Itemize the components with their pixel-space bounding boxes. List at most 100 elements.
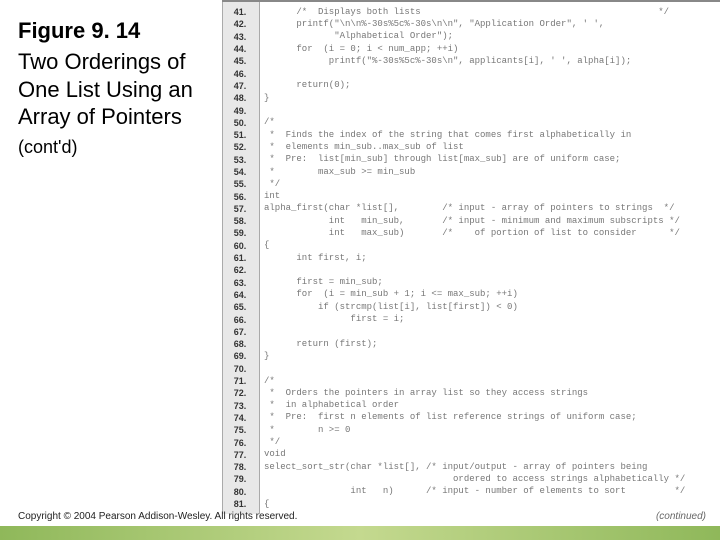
code-line: 48.} bbox=[222, 92, 720, 104]
code-text: for (i = 0; i < num_app; ++i) bbox=[258, 44, 458, 55]
line-number: 49. bbox=[222, 106, 258, 116]
line-number: 66. bbox=[222, 315, 258, 325]
code-line: 44. for (i = 0; i < num_app; ++i) bbox=[222, 43, 720, 55]
code-line: 68. return (first); bbox=[222, 338, 720, 350]
code-line: 58. int min_sub, /* input - minimum and … bbox=[222, 215, 720, 227]
line-number: 78. bbox=[222, 462, 258, 472]
line-number: 43. bbox=[222, 32, 258, 42]
code-text: if (strcmp(list[i], list[first]) < 0) bbox=[258, 302, 518, 313]
code-line: 67. bbox=[222, 326, 720, 338]
line-number: 48. bbox=[222, 93, 258, 103]
code-line: 52. * elements min_sub..max_sub of list bbox=[222, 141, 720, 153]
line-number: 74. bbox=[222, 413, 258, 423]
code-text: { bbox=[258, 240, 269, 251]
code-line: 56.int bbox=[222, 190, 720, 202]
code-line: 43. "Alphabetical Order"); bbox=[222, 31, 720, 43]
copyright-text: Copyright © 2004 Pearson Addison-Wesley.… bbox=[18, 511, 297, 522]
code-panel: 41. /* Displays both lists */42. printf(… bbox=[222, 0, 720, 514]
code-text: * Finds the index of the string that com… bbox=[258, 130, 631, 141]
code-line: 51. * Finds the index of the string that… bbox=[222, 129, 720, 141]
code-text: * in alphabetical order bbox=[258, 400, 399, 411]
code-text: select_sort_str(char *list[], /* input/o… bbox=[258, 462, 647, 473]
code-text: * Pre: first n elements of list referenc… bbox=[258, 412, 637, 423]
code-line: 78.select_sort_str(char *list[], /* inpu… bbox=[222, 461, 720, 473]
code-line: 76. */ bbox=[222, 436, 720, 448]
code-line: 60.{ bbox=[222, 240, 720, 252]
code-line: 66. first = i; bbox=[222, 313, 720, 325]
line-number: 47. bbox=[222, 81, 258, 91]
code-line: 63. first = min_sub; bbox=[222, 277, 720, 289]
line-number: 69. bbox=[222, 351, 258, 361]
line-number: 59. bbox=[222, 228, 258, 238]
code-text: "Alphabetical Order"); bbox=[258, 31, 453, 42]
code-text: /* bbox=[258, 117, 275, 128]
line-number: 76. bbox=[222, 438, 258, 448]
code-text: * max_sub >= min_sub bbox=[258, 167, 415, 178]
figure-title-block: Figure 9. 14 Two Orderings of One List U… bbox=[18, 18, 208, 158]
line-number: 71. bbox=[222, 376, 258, 386]
line-number: 79. bbox=[222, 474, 258, 484]
code-text: printf("%-30s%5c%-30s\n", applicants[i],… bbox=[258, 56, 631, 67]
code-line: 69.} bbox=[222, 350, 720, 362]
page-continued-note: (continued) bbox=[656, 511, 706, 522]
code-line: 46. bbox=[222, 67, 720, 79]
code-text: * n >= 0 bbox=[258, 425, 350, 436]
code-line: 79. ordered to access strings alphabetic… bbox=[222, 473, 720, 485]
code-text: */ bbox=[258, 437, 280, 448]
code-text: * Orders the pointers in array list so t… bbox=[258, 388, 588, 399]
code-line: 53. * Pre: list[min_sub] through list[ma… bbox=[222, 154, 720, 166]
line-number: 54. bbox=[222, 167, 258, 177]
figure-caption: Two Orderings of One List Using an Array… bbox=[18, 48, 208, 131]
code-line: 54. * max_sub >= min_sub bbox=[222, 166, 720, 178]
line-number: 77. bbox=[222, 450, 258, 460]
code-line: 47. return(0); bbox=[222, 80, 720, 92]
line-number: 73. bbox=[222, 401, 258, 411]
line-number: 68. bbox=[222, 339, 258, 349]
code-line: 70. bbox=[222, 363, 720, 375]
line-number: 51. bbox=[222, 130, 258, 140]
code-line: 75. * n >= 0 bbox=[222, 424, 720, 436]
line-number: 70. bbox=[222, 364, 258, 374]
code-line: 61. int first, i; bbox=[222, 252, 720, 264]
code-text: /* bbox=[258, 376, 275, 387]
code-text: return(0); bbox=[258, 80, 350, 91]
code-line: 49. bbox=[222, 104, 720, 116]
code-line: 64. for (i = min_sub + 1; i <= max_sub; … bbox=[222, 289, 720, 301]
line-number: 42. bbox=[222, 19, 258, 29]
code-text: int n) /* input - number of elements to … bbox=[258, 486, 685, 497]
code-text: * elements min_sub..max_sub of list bbox=[258, 142, 464, 153]
code-text: int min_sub, /* input - minimum and maxi… bbox=[258, 216, 680, 227]
code-line: 45. printf("%-30s%5c%-30s\n", applicants… bbox=[222, 55, 720, 67]
code-text: /* Displays both lists */ bbox=[258, 7, 669, 18]
code-line: 73. * in alphabetical order bbox=[222, 400, 720, 412]
code-text: for (i = min_sub + 1; i <= max_sub; ++i) bbox=[258, 289, 518, 300]
code-text: */ bbox=[258, 179, 280, 190]
code-text: printf("\n\n%-30s%5c%-30s\n\n", "Applica… bbox=[258, 19, 604, 30]
line-number: 64. bbox=[222, 290, 258, 300]
code-line: 71./* bbox=[222, 375, 720, 387]
line-number: 72. bbox=[222, 388, 258, 398]
code-text: * Pre: list[min_sub] through list[max_su… bbox=[258, 154, 620, 165]
code-line: 72. * Orders the pointers in array list … bbox=[222, 387, 720, 399]
code-text: void bbox=[258, 449, 286, 460]
code-line: 80. int n) /* input - number of elements… bbox=[222, 486, 720, 498]
code-text: } bbox=[258, 93, 269, 104]
code-text: first = i; bbox=[258, 314, 404, 325]
code-text: return (first); bbox=[258, 339, 377, 350]
code-text: } bbox=[258, 351, 269, 362]
line-number: 65. bbox=[222, 302, 258, 312]
code-line: 55. */ bbox=[222, 178, 720, 190]
line-number: 41. bbox=[222, 7, 258, 17]
code-lines: 41. /* Displays both lists */42. printf(… bbox=[222, 6, 720, 510]
code-text: int bbox=[258, 191, 280, 202]
line-number: 62. bbox=[222, 265, 258, 275]
code-text: int first, i; bbox=[258, 253, 367, 264]
code-line: 41. /* Displays both lists */ bbox=[222, 6, 720, 18]
code-text: { bbox=[258, 499, 269, 510]
code-text: int max_sub) /* of portion of list to co… bbox=[258, 228, 680, 239]
code-line: 59. int max_sub) /* of portion of list t… bbox=[222, 227, 720, 239]
code-line: 65. if (strcmp(list[i], list[first]) < 0… bbox=[222, 301, 720, 313]
line-number: 52. bbox=[222, 142, 258, 152]
code-line: 62. bbox=[222, 264, 720, 276]
line-number: 44. bbox=[222, 44, 258, 54]
